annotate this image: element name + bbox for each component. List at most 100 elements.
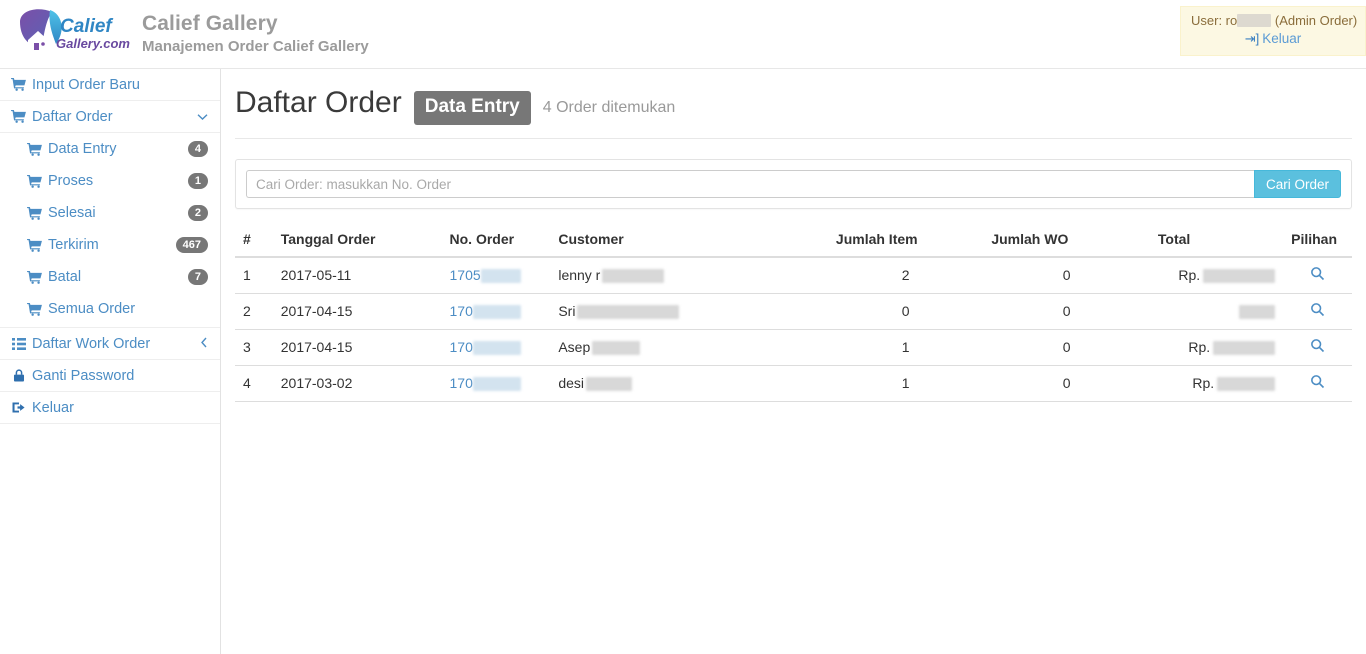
user-name-prefix: User: ro <box>1191 13 1238 28</box>
cell-total: Rp. <box>1149 329 1284 366</box>
orders-table-body: 1 2017-05-11 1705 lenny r 2 0 Rp. 2 2017-04-15 17… <box>235 257 1352 402</box>
user-role: (Admin Order) <box>1274 13 1358 28</box>
user-name-line: User: ro (Admin Order) <box>1191 13 1358 28</box>
sidebar-item-label: Data Entry <box>48 141 117 157</box>
order-no-link[interactable]: 170 <box>450 303 473 319</box>
sidebar-item-badge: 467 <box>175 237 208 253</box>
sidebar-item-ganti-password[interactable]: Ganti Password <box>0 360 220 392</box>
sign-out-icon <box>10 401 27 414</box>
total-redaction <box>1203 269 1276 283</box>
order-no-visible: 170 <box>449 375 473 391</box>
cell-wo-count: 0 <box>983 329 1150 366</box>
sidebar-nav: Input Order Baru Daftar Order Data Entry 4 P… <box>0 69 220 424</box>
customer-name-visible: Asep <box>558 339 591 355</box>
sidebar-item-selesai[interactable]: Selesai 2 <box>0 197 220 229</box>
magnifier-icon[interactable] <box>1310 374 1325 389</box>
cell-action <box>1283 293 1352 330</box>
total-redaction <box>1239 305 1276 319</box>
total-currency-prefix: Rp. <box>1192 375 1215 391</box>
order-no-redaction <box>480 269 521 283</box>
order-no-link[interactable]: 170 <box>450 339 473 355</box>
cart-icon <box>10 78 27 91</box>
cell-item-count: 1 <box>827 365 984 402</box>
cell-item-count: 2 <box>827 257 984 294</box>
cell-index: 1 <box>235 257 273 294</box>
main-content: Daftar Order Data Entry 4 Order ditemuka… <box>221 69 1366 654</box>
svg-text:Calief: Calief <box>60 16 113 37</box>
chevron-down-icon <box>197 110 208 124</box>
sidebar-item-label: Daftar Order <box>32 108 113 125</box>
customer-name-visible: lenny r <box>558 267 601 283</box>
cell-index: 2 <box>235 293 273 330</box>
sidebar-subgroup-daftar-order: Data Entry 4 Proses 1 Selesai 2 Terkirim 467 Bat… <box>0 133 220 328</box>
sidebar-item-badge: 4 <box>187 141 208 157</box>
table-row: 4 2017-03-02 170 desi 1 0 Rp. <box>235 365 1352 402</box>
order-no-redaction <box>472 377 521 391</box>
col-header-item-count: Jumlah Item <box>827 223 984 258</box>
sidebar-item-label: Batal <box>48 269 82 285</box>
orders-table-head: # Tanggal Order No. Order Customer Jumla… <box>235 223 1352 258</box>
search-input[interactable] <box>246 170 1254 198</box>
page-title: Daftar Order <box>235 86 402 119</box>
cell-date: 2017-03-02 <box>272 365 442 402</box>
magnifier-icon[interactable] <box>1310 266 1325 281</box>
cell-customer: Asep <box>550 329 828 366</box>
cell-date: 2017-04-15 <box>272 329 442 366</box>
order-no-link[interactable]: 1705 <box>450 267 481 283</box>
cell-wo-count: 0 <box>983 257 1150 294</box>
sidebar-item-label: Ganti Password <box>32 367 135 384</box>
cell-item-count: 0 <box>827 293 984 330</box>
app-subtitle: Manajemen Order Calief Gallery <box>142 38 369 55</box>
cell-order-no: 170 <box>441 365 551 402</box>
sidebar-item-proses[interactable]: Proses 1 <box>0 165 220 197</box>
cell-date: 2017-05-11 <box>272 257 442 294</box>
user-name-redaction <box>1237 14 1272 27</box>
sidebar-item-daftar-order[interactable]: Daftar Order <box>0 101 220 133</box>
chevron-left-icon <box>200 337 208 351</box>
table-row: 2 2017-04-15 170 Sri 0 0 <box>235 293 1352 330</box>
customer-name-redaction <box>602 269 665 283</box>
sidebar-item-label: Keluar <box>32 399 74 416</box>
cell-index: 3 <box>235 329 273 366</box>
order-no-visible: 170 <box>449 303 473 319</box>
sidebar-item-badge: 1 <box>187 173 208 189</box>
order-no-link[interactable]: 170 <box>450 375 473 391</box>
order-no-visible: 1705 <box>449 267 481 283</box>
sidebar-item-input-order-baru[interactable]: Input Order Baru <box>0 69 220 101</box>
sidebar-item-daftar-work-order[interactable]: Daftar Work Order <box>0 328 220 360</box>
sidebar-item-badge: 7 <box>187 269 208 285</box>
user-info-box: User: ro (Admin Order) ⇥] Keluar <box>1180 6 1366 56</box>
cell-wo-count: 0 <box>983 293 1150 330</box>
col-header-wo-count: Jumlah WO <box>983 223 1150 258</box>
magnifier-icon[interactable] <box>1310 338 1325 353</box>
col-header-customer: Customer <box>550 223 828 258</box>
order-no-redaction <box>472 341 521 355</box>
cart-icon <box>26 302 43 316</box>
calief-gallery-logo-icon: Calief Gallery.com <box>12 4 130 62</box>
sidebar-item-badge: 2 <box>187 205 208 221</box>
sidebar-item-terkirim[interactable]: Terkirim 467 <box>0 229 220 261</box>
magnifier-icon[interactable] <box>1310 302 1325 317</box>
sidebar-item-keluar[interactable]: Keluar <box>0 392 220 424</box>
status-badge: Data Entry <box>413 91 531 125</box>
cell-customer: Sri <box>550 293 828 330</box>
customer-name-visible: desi <box>558 375 585 391</box>
cell-order-no: 1705 <box>441 257 551 294</box>
cart-icon <box>26 206 43 220</box>
sidebar-item-label: Semua Order <box>48 301 136 317</box>
col-header-order-no: No. Order <box>441 223 551 258</box>
sidebar-item-data-entry[interactable]: Data Entry 4 <box>0 133 220 165</box>
logout-link[interactable]: ⇥] Keluar <box>1245 31 1302 46</box>
table-row: 1 2017-05-11 1705 lenny r 2 0 Rp. <box>235 257 1352 294</box>
customer-name-redaction <box>592 341 641 355</box>
cart-icon <box>26 174 43 188</box>
sidebar-item-label: Proses <box>48 173 94 189</box>
sidebar-item-batal[interactable]: Batal 7 <box>0 261 220 293</box>
list-icon <box>10 337 27 350</box>
cell-order-no: 170 <box>441 329 551 366</box>
logout-line: ⇥] Keluar <box>1191 31 1355 47</box>
sidebar-item-semua-order[interactable]: Semua Order <box>0 293 220 325</box>
sidebar-item-label: Terkirim <box>48 237 99 253</box>
brand[interactable]: Calief Gallery.com Calief Gallery Manaje… <box>12 4 369 62</box>
search-button[interactable]: Cari Order <box>1253 170 1341 198</box>
